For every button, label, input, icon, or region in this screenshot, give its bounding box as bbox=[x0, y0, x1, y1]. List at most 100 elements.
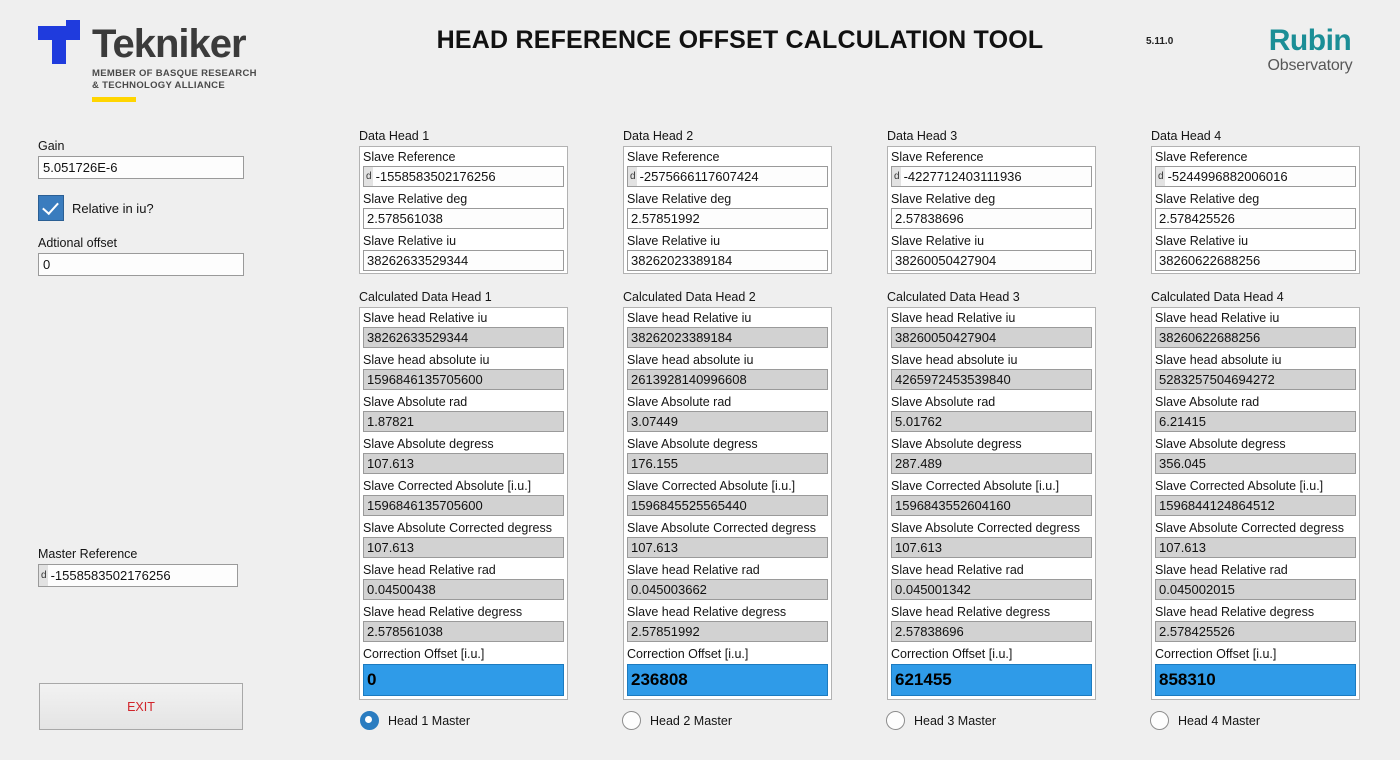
head-3-master-radio[interactable] bbox=[886, 711, 905, 730]
data-head-1-title: Data Head 1 bbox=[359, 129, 430, 143]
head-4-slave-absolute-corrected-degress-readonly: 107.613 bbox=[1155, 537, 1356, 558]
head-2-slave-reference-label: Slave Reference bbox=[624, 147, 831, 166]
master-reference-group: Master Reference d -1558583502176256 bbox=[38, 546, 238, 587]
app-header: Tekniker MEMBER OF BASQUE RESEARCH & TEC… bbox=[0, 0, 1400, 110]
head-4-slave-absolute-corrected-degress-label: Slave Absolute Corrected degress bbox=[1152, 518, 1359, 537]
gain-label: Gain bbox=[38, 139, 65, 153]
relative-in-iu-checkbox[interactable] bbox=[38, 195, 64, 221]
head-3-slave-head-absolute-iu-label: Slave head absolute iu bbox=[888, 350, 1095, 369]
head-2-slave-absolute-rad-label: Slave Absolute rad bbox=[624, 392, 831, 411]
head-4-slave-head-absolute-iu-readonly: 5283257504694272 bbox=[1155, 369, 1356, 390]
relative-in-iu-checkbox-row[interactable]: Relative in iu? bbox=[38, 195, 244, 221]
radix-indicator-icon[interactable]: d bbox=[39, 565, 48, 586]
head-4-master-radio-label: Head 4 Master bbox=[1178, 713, 1260, 728]
head-3-slave-head-relative-iu-label: Slave head Relative iu bbox=[888, 308, 1095, 327]
head-2-slave-relative-deg-label: Slave Relative deg bbox=[624, 189, 831, 208]
head-3-slave-absolute-corrected-degress-readonly: 107.613 bbox=[891, 537, 1092, 558]
calculated-data-head-2-title: Calculated Data Head 2 bbox=[623, 290, 756, 304]
radix-indicator-icon[interactable]: d bbox=[628, 167, 637, 186]
tekniker-logo: Tekniker MEMBER OF BASQUE RESEARCH & TEC… bbox=[38, 18, 288, 102]
head-1-correction-offset-output[interactable]: 0 bbox=[363, 664, 564, 696]
head-1-slave-absolute-degress-label: Slave Absolute degress bbox=[360, 434, 567, 453]
head-4-slave-relative-deg-input[interactable]: 2.578425526 bbox=[1155, 208, 1356, 229]
head-3-slave-head-relative-degress-label: Slave head Relative degress bbox=[888, 602, 1095, 621]
head-4-slave-reference-value: -5244996882006016 bbox=[1167, 169, 1288, 184]
radix-indicator-icon[interactable]: d bbox=[1156, 167, 1165, 186]
head-1-master-radio-label: Head 1 Master bbox=[388, 713, 470, 728]
head-column-1: Data Head 1 Slave Reference d -155858350217… bbox=[359, 128, 568, 700]
head-3-slave-reference-value: -4227712403111936 bbox=[903, 169, 1022, 184]
head-1-slave-reference-input[interactable]: d -1558583502176256 bbox=[363, 166, 564, 187]
gain-input[interactable]: 5.051726E-6 bbox=[38, 156, 244, 179]
head-1-slave-head-relative-iu-label: Slave head Relative iu bbox=[360, 308, 567, 327]
head-2-slave-relative-iu-label: Slave Relative iu bbox=[624, 231, 831, 250]
head-4-correction-offset-output[interactable]: 858310 bbox=[1155, 664, 1356, 696]
data-head-2-title: Data Head 2 bbox=[623, 129, 694, 143]
head-1-master-radio[interactable] bbox=[360, 711, 379, 730]
head-2-correction-offset-output[interactable]: 236808 bbox=[627, 664, 828, 696]
head-3-slave-head-relative-rad-readonly: 0.045001342 bbox=[891, 579, 1092, 600]
head-column-3: Data Head 3 Slave Reference d -422771240311… bbox=[887, 128, 1096, 700]
head-3-slave-relative-deg-input[interactable]: 2.57838696 bbox=[891, 208, 1092, 229]
head-4-slave-reference-input[interactable]: d -5244996882006016 bbox=[1155, 166, 1356, 187]
head-4-slave-head-relative-rad-readonly: 0.045002015 bbox=[1155, 579, 1356, 600]
rubin-wordmark: Rubin bbox=[1268, 24, 1352, 57]
head-2-master-radio[interactable] bbox=[622, 711, 641, 730]
additional-offset-input[interactable]: 0 bbox=[38, 253, 244, 276]
head-3-slave-reference-input[interactable]: d -4227712403111936 bbox=[891, 166, 1092, 187]
tekniker-wordmark-row: Tekniker bbox=[38, 18, 288, 64]
head-3-master-radio-label: Head 3 Master bbox=[914, 713, 996, 728]
head-3-correction-offset-output[interactable]: 621455 bbox=[891, 664, 1092, 696]
master-reference-input[interactable]: d -1558583502176256 bbox=[38, 564, 238, 587]
rubin-observatory-logo: Rubin Observatory bbox=[1245, 26, 1375, 76]
head-2-slave-reference-input[interactable]: d -2575666117607424 bbox=[627, 166, 828, 187]
head-2-slave-relative-iu-input[interactable]: 38262023389184 bbox=[627, 250, 828, 271]
head-2-slave-head-absolute-iu-readonly: 2613928140996608 bbox=[627, 369, 828, 390]
head-2-slave-head-relative-degress-label: Slave head Relative degress bbox=[624, 602, 831, 621]
head-4-slave-head-absolute-iu-label: Slave head absolute iu bbox=[1152, 350, 1359, 369]
rubin-subtitle: Observatory bbox=[1267, 57, 1353, 74]
head-1-slave-absolute-rad-label: Slave Absolute rad bbox=[360, 392, 567, 411]
head-4-slave-corrected-absolute-readonly: 1596844124864512 bbox=[1155, 495, 1356, 516]
head-2-slave-head-relative-rad-label: Slave head Relative rad bbox=[624, 560, 831, 579]
head-1-slave-corrected-absolute-readonly: 1596846135705600 bbox=[363, 495, 564, 516]
head-2-slave-head-absolute-iu-label: Slave head absolute iu bbox=[624, 350, 831, 369]
calculated-data-head-3-title: Calculated Data Head 3 bbox=[887, 290, 1020, 304]
calculated-data-head-1-title: Calculated Data Head 1 bbox=[359, 290, 492, 304]
head-3-master-radio-row[interactable]: Head 3 Master bbox=[886, 711, 996, 730]
page-title: HEAD REFERENCE OFFSET CALCULATION TOOL bbox=[436, 26, 1044, 54]
head-4-master-radio[interactable] bbox=[1150, 711, 1169, 730]
master-reference-label: Master Reference bbox=[38, 547, 138, 561]
head-3-slave-absolute-rad-readonly: 5.01762 bbox=[891, 411, 1092, 432]
radix-indicator-icon[interactable]: d bbox=[892, 167, 901, 186]
calculated-data-head-4-group: Slave head Relative iu 38260622688256 Slav… bbox=[1151, 307, 1360, 700]
head-1-slave-corrected-absolute-label: Slave Corrected Absolute [i.u.] bbox=[360, 476, 567, 495]
head-2-slave-reference-value: -2575666117607424 bbox=[639, 169, 759, 184]
head-4-slave-relative-iu-label: Slave Relative iu bbox=[1152, 231, 1359, 250]
head-2-master-radio-row[interactable]: Head 2 Master bbox=[622, 711, 732, 730]
head-1-slave-head-relative-rad-readonly: 0.04500438 bbox=[363, 579, 564, 600]
head-1-slave-reference-value: -1558583502176256 bbox=[375, 169, 496, 184]
head-3-slave-corrected-absolute-readonly: 1596843552604160 bbox=[891, 495, 1092, 516]
left-control-panel: Gain 5.051726E-6 Relative in iu? Adtiona… bbox=[38, 138, 244, 276]
head-2-slave-relative-deg-input[interactable]: 2.57851992 bbox=[627, 208, 828, 229]
head-1-slave-absolute-corrected-degress-label: Slave Absolute Corrected degress bbox=[360, 518, 567, 537]
head-4-master-radio-row[interactable]: Head 4 Master bbox=[1150, 711, 1260, 730]
head-1-slave-relative-iu-input[interactable]: 38262633529344 bbox=[363, 250, 564, 271]
data-head-4-group: Slave Reference d -5244996882006016 Slave R… bbox=[1151, 146, 1360, 274]
data-head-4-title: Data Head 4 bbox=[1151, 129, 1222, 143]
head-3-slave-relative-iu-input[interactable]: 38260050427904 bbox=[891, 250, 1092, 271]
head-3-slave-relative-deg-label: Slave Relative deg bbox=[888, 189, 1095, 208]
data-head-2-group: Slave Reference d -2575666117607424 Slave R… bbox=[623, 146, 832, 274]
tekniker-tagline-line2: & TECHNOLOGY ALLIANCE bbox=[92, 80, 225, 91]
radix-indicator-icon[interactable]: d bbox=[364, 167, 373, 186]
head-4-slave-head-relative-degress-readonly: 2.578425526 bbox=[1155, 621, 1356, 642]
calculated-data-head-3-group: Slave head Relative iu 38260050427904 Slav… bbox=[887, 307, 1096, 700]
head-1-master-radio-row[interactable]: Head 1 Master bbox=[360, 711, 470, 730]
head-4-slave-relative-iu-input[interactable]: 38260622688256 bbox=[1155, 250, 1356, 271]
version-label: 5.11.0 bbox=[1146, 36, 1174, 47]
head-3-slave-head-absolute-iu-readonly: 4265972453539840 bbox=[891, 369, 1092, 390]
head-2-slave-corrected-absolute-label: Slave Corrected Absolute [i.u.] bbox=[624, 476, 831, 495]
head-1-slave-relative-deg-input[interactable]: 2.578561038 bbox=[363, 208, 564, 229]
exit-button[interactable]: EXIT bbox=[39, 683, 243, 730]
